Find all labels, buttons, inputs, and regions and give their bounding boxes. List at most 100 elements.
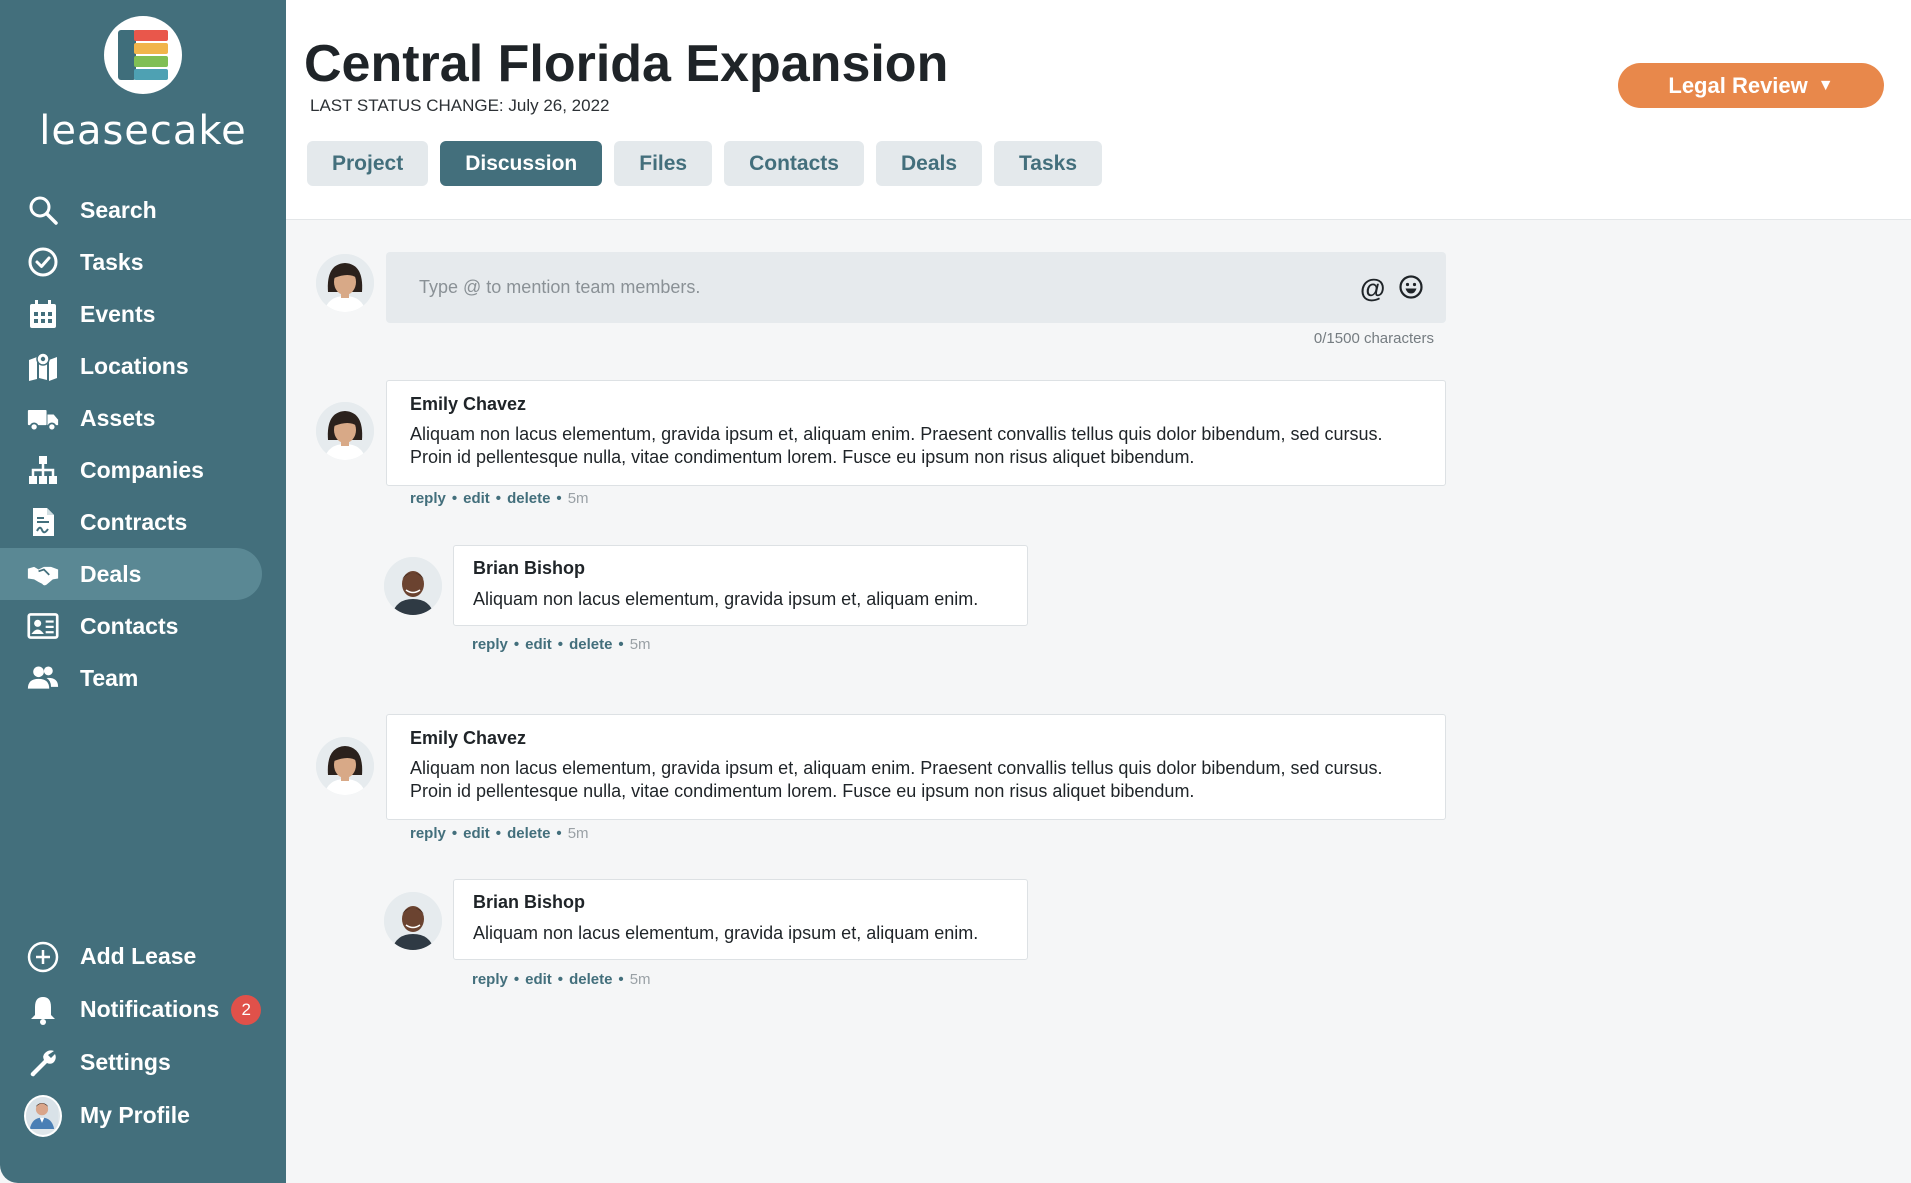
leasecake-logo-icon (104, 16, 182, 94)
reply-card: Brian Bishop Aliquam non lacus elementum… (453, 545, 1028, 626)
mention-button[interactable]: @ (1360, 273, 1385, 304)
tab-files[interactable]: Files (614, 141, 713, 186)
sidebar-item-tasks[interactable]: Tasks (0, 236, 286, 288)
delete-link[interactable]: delete (569, 971, 612, 988)
comment-author: Brian Bishop (473, 892, 586, 912)
comment-card: Emily Chavez Aliquam non lacus elementum… (386, 714, 1446, 820)
character-counter: 0/1500 characters (1313, 330, 1434, 347)
reply-card: Brian Bishop Aliquam non lacus elementum… (453, 879, 1028, 960)
sidebar: leasecake Search Tasks Events Locations (0, 0, 286, 1183)
sidebar-item-label: Companies (80, 456, 204, 483)
delete-link[interactable]: delete (507, 490, 550, 507)
sidebar-item-label: Deals (80, 560, 142, 587)
comment-time: 5m (629, 971, 651, 988)
reply-link[interactable]: reply (410, 825, 446, 842)
avatar (316, 402, 374, 460)
sidebar-item-team[interactable]: Team (0, 652, 286, 704)
tab-contacts[interactable]: Contacts (724, 141, 864, 186)
edit-link[interactable]: edit (525, 971, 552, 988)
settings-button[interactable]: Settings (0, 1036, 286, 1089)
truck-icon (24, 401, 62, 435)
delete-link[interactable]: delete (507, 825, 550, 842)
sidebar-item-label: Search (80, 196, 157, 223)
wrench-icon (24, 1046, 62, 1080)
handshake-icon (24, 557, 62, 591)
reply-link[interactable]: reply (410, 490, 446, 507)
comment-author: Emily Chavez (410, 394, 527, 414)
comment-composer: @ (386, 252, 1446, 323)
status-dropdown-button[interactable]: Legal Review ▼ (1618, 63, 1884, 108)
sidebar-bottom: Add Lease Notifications 2 Settings My Pr… (0, 930, 286, 1142)
caret-down-icon: ▼ (1817, 76, 1834, 94)
notifications-button[interactable]: Notifications 2 (0, 983, 286, 1036)
edit-link[interactable]: edit (463, 825, 490, 842)
sidebar-item-locations[interactable]: Locations (0, 340, 286, 392)
check-circle-icon (24, 245, 62, 279)
comment-input[interactable] (386, 252, 1326, 323)
comment-author: Brian Bishop (473, 558, 586, 578)
comment-time: 5m (567, 825, 589, 842)
sidebar-item-label: Contacts (80, 612, 179, 639)
comment-time: 5m (629, 636, 651, 653)
avatar (24, 1094, 62, 1137)
my-profile-button[interactable]: My Profile (0, 1089, 286, 1142)
comment-body: Aliquam non lacus elementum, gravida ips… (473, 923, 979, 943)
sidebar-item-contracts[interactable]: Contracts (0, 496, 286, 548)
sidebar-item-search[interactable]: Search (0, 184, 286, 236)
sidebar-item-companies[interactable]: Companies (0, 444, 286, 496)
plus-circle-icon (24, 940, 62, 974)
project-header: Central Florida Expansion LAST STATUS CH… (286, 0, 1911, 220)
brand-name: leasecake (39, 108, 247, 154)
page-title: Central Florida Expansion (304, 35, 949, 93)
sidebar-item-assets[interactable]: Assets (0, 392, 286, 444)
contract-icon (24, 505, 62, 539)
my-profile-label: My Profile (80, 1102, 190, 1128)
tab-project[interactable]: Project (307, 141, 429, 186)
brand-logo[interactable]: leasecake (0, 16, 286, 154)
sidebar-item-label: Tasks (80, 248, 144, 275)
map-icon (24, 349, 62, 383)
settings-label: Settings (80, 1049, 171, 1075)
comment-body: Aliquam non lacus elementum, gravida ips… (410, 424, 1383, 467)
sidebar-item-events[interactable]: Events (0, 288, 286, 340)
sidebar-item-label: Events (80, 300, 156, 327)
edit-link[interactable]: edit (463, 490, 490, 507)
notifications-badge: 2 (231, 994, 262, 1025)
comment-actions: reply • edit • delete • 5m (410, 825, 589, 842)
sidebar-item-label: Contracts (80, 508, 188, 535)
emoji-icon[interactable] (1398, 274, 1424, 300)
sidebar-nav: Search Tasks Events Locations Assets Com… (0, 184, 286, 704)
comment-time: 5m (567, 490, 589, 507)
add-lease-button[interactable]: Add Lease (0, 930, 286, 983)
contact-card-icon (24, 609, 62, 643)
sidebar-item-contacts[interactable]: Contacts (0, 600, 286, 652)
calendar-icon (24, 297, 62, 331)
sidebar-item-label: Locations (80, 352, 189, 379)
comment-body: Aliquam non lacus elementum, gravida ips… (473, 589, 979, 609)
tab-deals[interactable]: Deals (875, 141, 983, 186)
avatar (384, 892, 442, 950)
org-chart-icon (24, 453, 62, 487)
avatar (316, 254, 374, 312)
comment-actions: reply • edit • delete • 5m (472, 971, 651, 988)
delete-link[interactable]: delete (569, 636, 612, 653)
reply-link[interactable]: reply (472, 971, 508, 988)
reply-link[interactable]: reply (472, 636, 508, 653)
last-status-change: LAST STATUS CHANGE: July 26, 2022 (310, 96, 610, 115)
avatar (316, 737, 374, 795)
add-lease-label: Add Lease (80, 943, 197, 969)
tab-tasks[interactable]: Tasks (994, 141, 1103, 186)
sidebar-item-label: Team (80, 664, 139, 691)
comment-card: Emily Chavez Aliquam non lacus elementum… (386, 380, 1446, 486)
sidebar-item-deals[interactable]: Deals (0, 548, 262, 600)
status-label: Legal Review (1668, 72, 1808, 98)
comment-actions: reply • edit • delete • 5m (472, 636, 651, 653)
edit-link[interactable]: edit (525, 636, 552, 653)
avatar (384, 557, 442, 615)
comment-author: Emily Chavez (410, 728, 527, 748)
bell-icon (24, 993, 62, 1027)
tab-discussion[interactable]: Discussion (440, 141, 603, 186)
comment-actions: reply • edit • delete • 5m (410, 490, 589, 507)
profile-avatar-wrap (24, 1094, 62, 1137)
search-icon (24, 193, 62, 227)
